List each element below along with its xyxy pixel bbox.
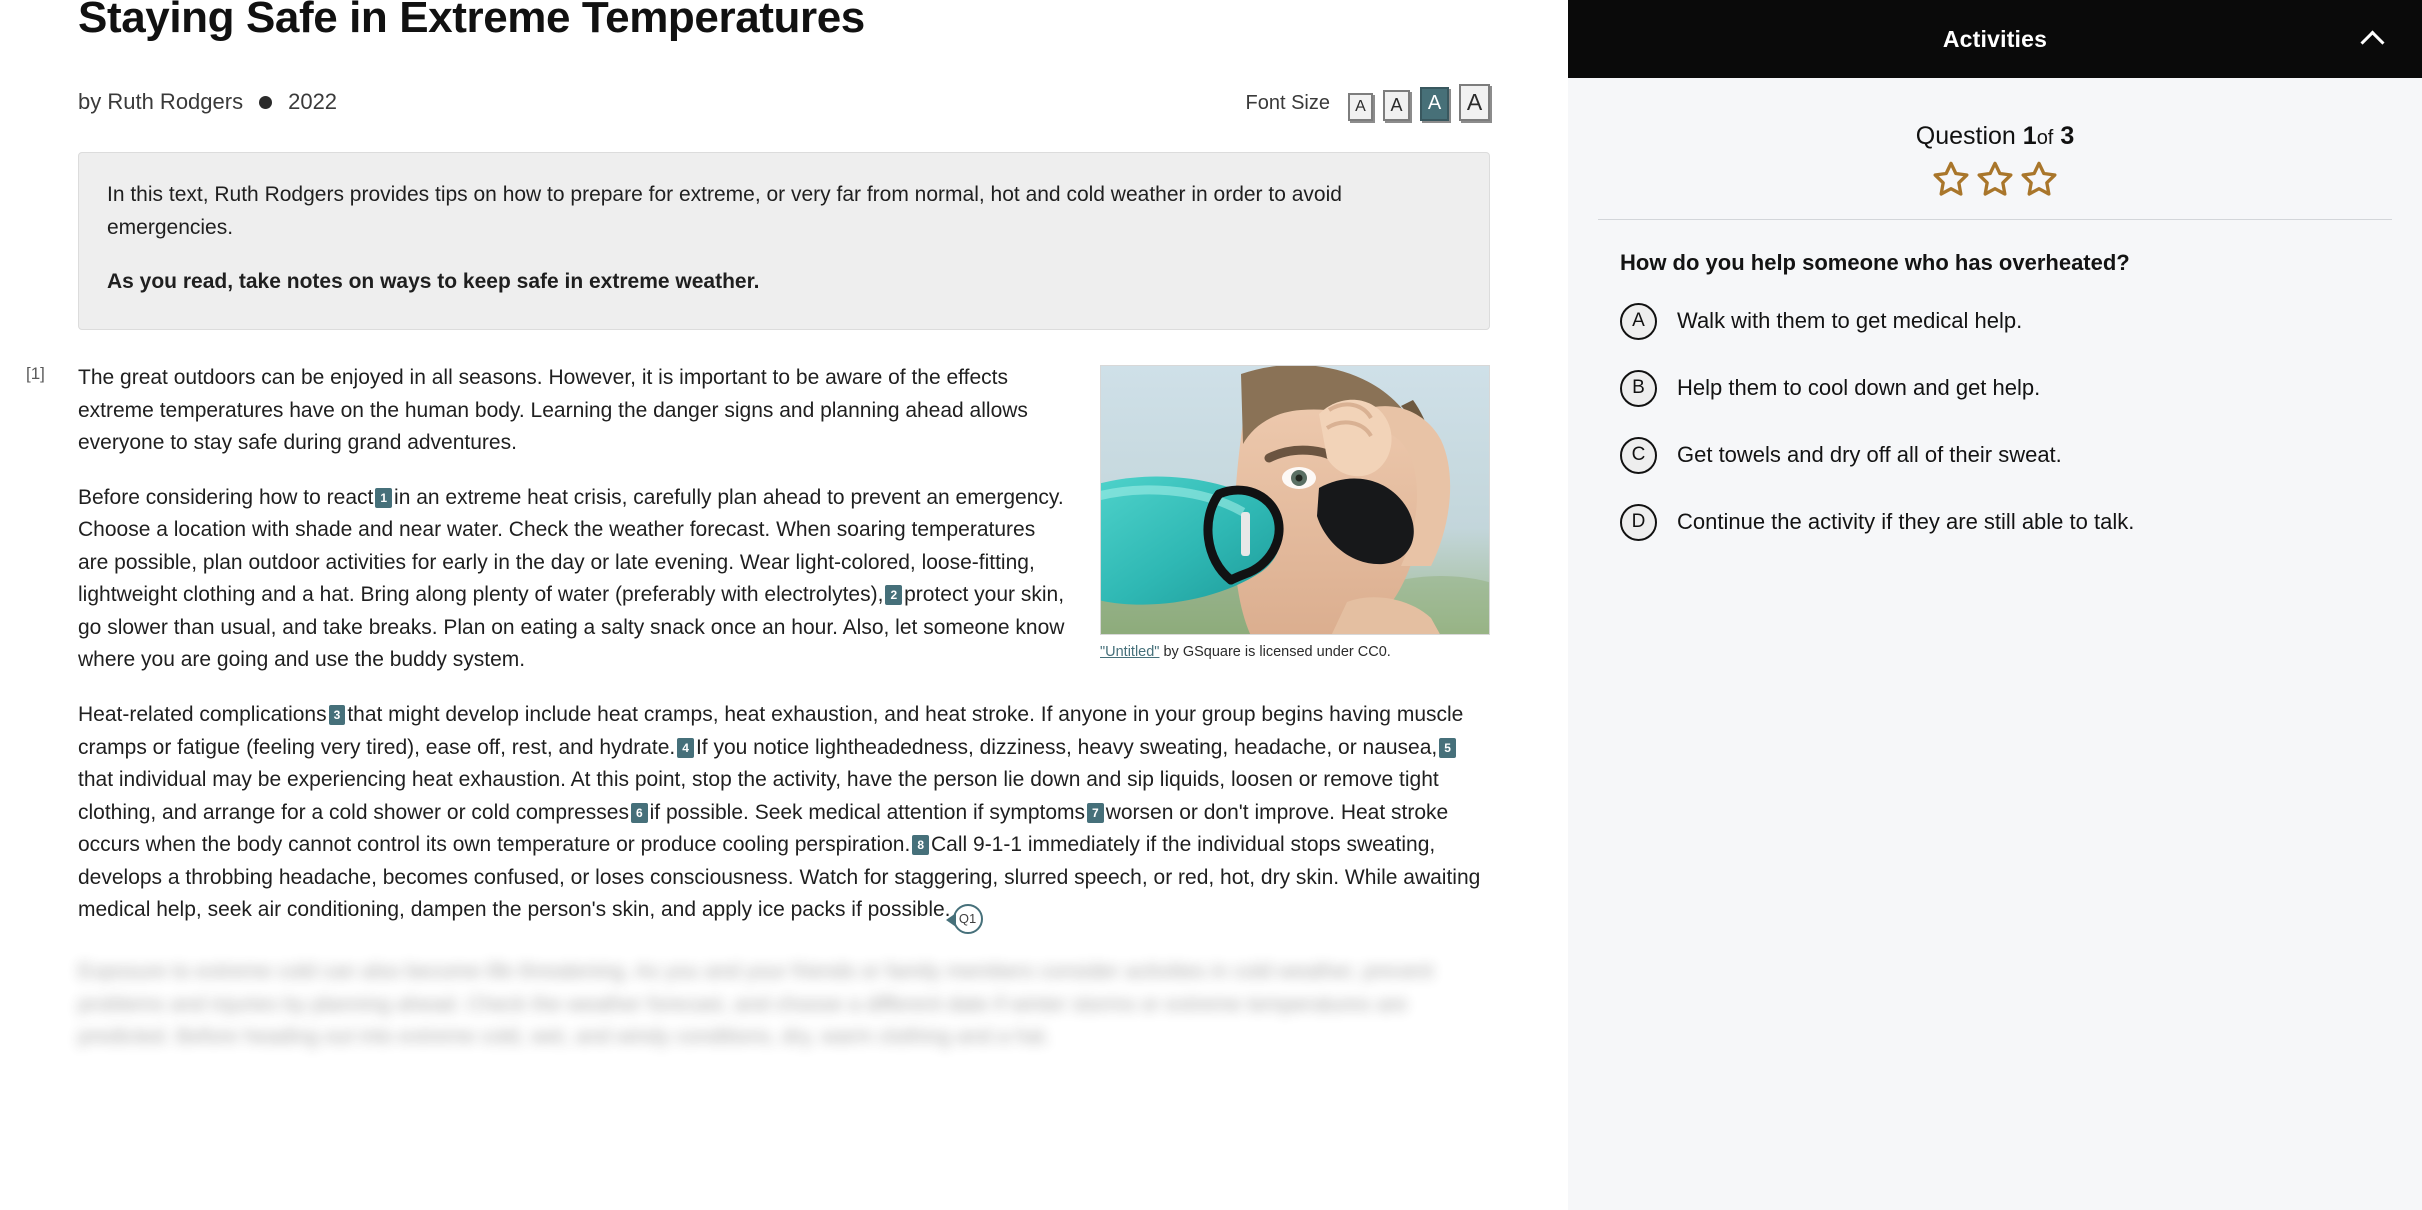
option-letter-d: D (1620, 503, 1657, 541)
article-summary-box: In this text, Ruth Rodgers provides tips… (78, 152, 1490, 331)
option-label-d: Continue the activity if they are still … (1677, 509, 2135, 534)
reading-prompt-text: As you read, take notes on ways to keep … (107, 270, 760, 294)
article-paragraph-1: The great outdoors can be enjoyed in all… (78, 366, 1028, 455)
bullet-separator-icon (259, 95, 273, 109)
activities-body: Question 1of 3 How do you help someone w… (1568, 78, 2422, 1210)
star-icon (2021, 161, 2057, 196)
footnote-marker-4[interactable]: 4 (677, 737, 694, 758)
font-size-button-3[interactable]: A (1420, 86, 1449, 121)
section-divider (1598, 219, 2392, 220)
option-label-c: Get towels and dry off all of their swea… (1677, 442, 2062, 467)
font-size-label: Font Size (1245, 91, 1330, 114)
article-reader-pane: Staying Safe in Extreme Temperatures by … (0, 0, 1568, 1210)
summary-text: In this text, Ruth Rodgers provides tips… (107, 183, 1342, 239)
p2-text-a: Before considering how to react (78, 485, 374, 509)
p3-text-e: if possible. Seek medical attention if s… (649, 800, 1086, 824)
article-body: [1] "Untitled" by GSquare is licensed un… (26, 362, 1490, 1054)
font-size-control: Font Size A A A A (1245, 83, 1490, 121)
chevron-up-icon (2359, 30, 2385, 55)
star-icon (1977, 161, 2013, 196)
option-label-a: Walk with them to get medical help. (1677, 308, 2023, 333)
activities-title: Activities (1942, 25, 2048, 52)
answer-option-b[interactable]: B Help them to cool down and get help. (1620, 361, 2392, 415)
answer-option-d[interactable]: D Continue the activity if they are stil… (1620, 495, 2392, 549)
paragraph-number: [1] (26, 364, 45, 384)
reader-app: Staying Safe in Extreme Temperatures by … (0, 0, 2422, 1210)
footnote-marker-7[interactable]: 7 (1087, 802, 1104, 823)
footnote-marker-2[interactable]: 2 (885, 585, 903, 606)
byline-row: by Ruth Rodgers 2022 Font Size A A A A (78, 80, 1490, 124)
option-letter-c: C (1620, 436, 1657, 474)
question-difficulty-stars (1598, 159, 2392, 199)
activities-panel: Activities Question 1of 3 How do you hel… (1568, 0, 2422, 1210)
font-size-button-1[interactable]: A (1348, 92, 1373, 121)
option-letter-b: B (1620, 369, 1657, 407)
footnote-marker-1[interactable]: 1 (375, 487, 393, 508)
page-title: Staying Safe in Extreme Temperatures (78, 0, 865, 42)
question-prompt: How do you help someone who has overheat… (1620, 250, 2130, 275)
article-paragraph-4-faded: Exposure to extreme cold can also become… (78, 960, 1434, 1049)
font-size-button-4[interactable]: A (1459, 83, 1490, 121)
author-name: by Ruth Rodgers (78, 89, 244, 115)
p3-text-c: If you notice lightheadedness, dizziness… (695, 735, 1438, 759)
footnote-marker-6[interactable]: 6 (630, 802, 648, 823)
option-letter-a: A (1620, 302, 1657, 340)
question-counter-of: of (2036, 127, 2054, 149)
question-counter: Question 1of 3 (1598, 122, 2392, 151)
star-icon (1933, 161, 1969, 196)
answer-option-c[interactable]: C Get towels and dry off all of their sw… (1620, 428, 2392, 482)
footnote-marker-8[interactable]: 8 (912, 835, 929, 856)
footnote-marker-3[interactable]: 3 (328, 704, 346, 725)
question-total-number: 3 (2060, 122, 2075, 150)
footnote-marker-5[interactable]: 5 (1439, 737, 1456, 758)
article-paragraph-3: Heat-related complications 3 that might de… (78, 699, 1490, 935)
publication-year: 2022 (288, 89, 338, 115)
answer-option-a[interactable]: A Walk with them to get medical help. (1620, 294, 2392, 348)
byline: by Ruth Rodgers 2022 (78, 89, 337, 115)
activities-header: Activities (1568, 0, 2422, 78)
question-current-number: 1 (2022, 122, 2037, 150)
question-counter-prefix: Question (1915, 122, 2016, 150)
collapse-activities-button[interactable] (2352, 19, 2392, 59)
p3-text-a: Heat-related complications (78, 702, 327, 726)
option-label-b: Help them to cool down and get help. (1677, 375, 2041, 400)
question-annotation-marker[interactable]: Q1 (945, 904, 983, 935)
font-size-button-2[interactable]: A (1383, 89, 1410, 121)
article-paragraph-2: Before considering how to react 1 in an ex… (78, 482, 1490, 677)
answer-options-list: A Walk with them to get medical help. B … (1620, 294, 2392, 549)
